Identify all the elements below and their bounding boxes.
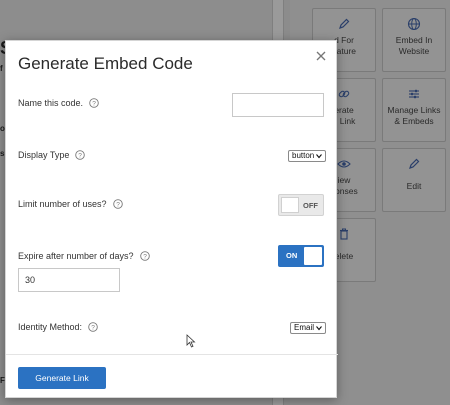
name-field-label: Name this code. [18,98,84,108]
eye-icon [337,160,351,168]
toggle-state-text: ON [286,251,298,260]
pencil-icon [409,158,420,169]
tile-label: Edit [406,181,422,191]
display-type-label: Display Type [18,150,70,160]
limit-uses-toggle[interactable]: OFF [278,194,324,216]
tile-label: Manage Links & Embeds [387,105,441,126]
svg-text:?: ? [79,152,83,159]
expire-label: Expire after number of days? [18,251,134,261]
mouse-cursor-icon [186,334,196,348]
help-icon[interactable]: ? [112,199,123,209]
sliders-icon [409,89,419,99]
tile-manage-links: Manage Links & Embeds [382,78,446,142]
svg-text:?: ? [116,201,120,208]
tile-embed: Embed In Website [382,8,446,72]
generate-link-button[interactable]: Generate Link [18,367,106,389]
generate-embed-modal: Generate Embed Code Name this code. ? Di… [5,40,338,398]
identity-label: Identity Method: [18,322,83,332]
close-icon[interactable] [314,49,328,63]
bg-text-fragment: s [0,149,5,158]
identity-method-select[interactable]: Email [290,322,327,334]
bg-text-fragment: f [0,64,3,73]
identity-row: Identity Method: ? [18,322,98,332]
chevron-down-icon [316,154,323,159]
name-code-input[interactable] [232,93,324,117]
display-type-select[interactable]: button [288,150,327,162]
svg-text:?: ? [92,100,96,107]
help-icon[interactable]: ? [89,98,99,108]
expire-toggle[interactable]: ON [278,245,324,267]
globe-icon [407,17,421,31]
toggle-state-text: OFF [303,201,318,210]
expire-days-input[interactable] [18,268,120,292]
identity-method-value: Email [294,323,315,332]
link-icon [338,90,350,98]
pen-icon [339,18,350,29]
help-icon[interactable]: ? [139,251,150,261]
svg-text:?: ? [91,324,95,331]
tile-label: Embed In Website [395,35,433,56]
tile-edit: Edit [382,148,446,212]
trash-icon [340,228,348,240]
display-type-value: button [292,151,315,160]
limit-uses-row: Limit number of uses? ? [18,199,123,209]
help-icon[interactable]: ? [75,150,86,160]
help-icon[interactable]: ? [88,322,98,332]
tile-label: elete [334,251,354,261]
expire-row: Expire after number of days? ? [18,251,150,261]
name-field-row: Name this code. ? [18,98,99,108]
modal-footer-divider [6,354,338,355]
modal-title: Generate Embed Code [18,54,193,73]
limit-uses-label: Limit number of uses? [18,199,107,209]
chevron-down-icon [316,326,322,331]
toggle-knob [304,247,322,265]
display-type-row: Display Type ? [18,150,86,160]
toggle-knob [281,197,299,213]
svg-text:?: ? [143,253,147,260]
